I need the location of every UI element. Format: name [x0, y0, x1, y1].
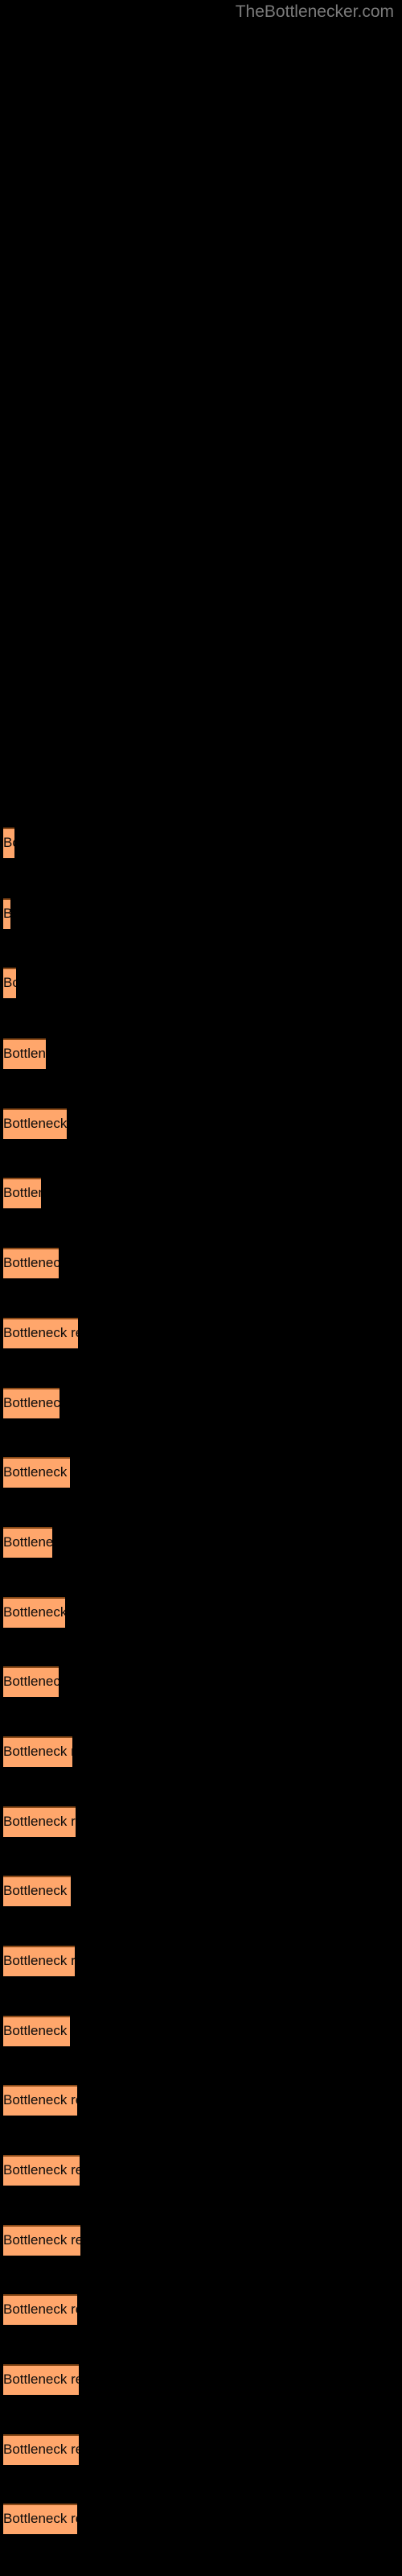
chart-bar[interactable] — [3, 2364, 79, 2395]
bar-row: Bottleneck result — [0, 1178, 402, 1213]
bar-row: Bottleneck result — [0, 1527, 402, 1563]
chart-bar[interactable] — [3, 2016, 70, 2046]
bar-row: Bottleneck result — [0, 1108, 402, 1144]
chart-bar[interactable] — [3, 1736, 72, 1767]
bar-row: Bottleneck result — [0, 1876, 402, 1911]
chart-bar[interactable] — [3, 1178, 41, 1208]
chart-bar[interactable] — [3, 1597, 65, 1628]
chart-bar[interactable] — [3, 1457, 70, 1488]
bar-row: Bottleneck result — [0, 1248, 402, 1283]
bar-row: Bottleneck result — [0, 1388, 402, 1423]
bar-row: Bottleneck result — [0, 1597, 402, 1633]
chart-bar[interactable] — [3, 1388, 59, 1418]
bar-row: Bottleneck result — [0, 1946, 402, 1981]
bar-row: Bottleneck result — [0, 968, 402, 1003]
chart-bar[interactable] — [3, 2504, 77, 2534]
bottleneck-bar-chart: Bottleneck result Bottleneck result Bottle… — [0, 0, 402, 2576]
chart-bar[interactable] — [3, 2434, 79, 2465]
chart-bar[interactable] — [3, 1806, 76, 1837]
bar-row: Bottleneck result — [0, 2155, 402, 2190]
bar-row: Bottleneck result — [0, 1736, 402, 1772]
chart-bar[interactable] — [3, 968, 16, 998]
chart-bar[interactable] — [3, 1318, 78, 1348]
bar-row: Bottleneck result — [0, 2364, 402, 2400]
chart-bar[interactable] — [3, 1527, 52, 1558]
chart-bar[interactable] — [3, 2155, 80, 2186]
chart-bar[interactable] — [3, 828, 14, 858]
bar-row: Bottleneck result — [0, 2294, 402, 2330]
bar-row: Bottleneck result — [0, 828, 402, 863]
chart-bar[interactable] — [3, 1248, 59, 1278]
bar-row: Bottleneck result — [0, 2504, 402, 2539]
chart-bar[interactable] — [3, 1946, 75, 1976]
bar-row: Bottleneck result — [0, 2085, 402, 2120]
chart-bar[interactable] — [3, 1108, 67, 1139]
bar-row: Bottleneck result — [0, 2016, 402, 2051]
bar-row: Bottleneck result — [0, 1806, 402, 1842]
bar-row: Bottleneck result — [0, 1318, 402, 1353]
chart-bar[interactable] — [3, 898, 10, 929]
bar-row: Bottleneck result — [0, 1038, 402, 1074]
chart-bar[interactable] — [3, 1666, 59, 1697]
chart-bar[interactable] — [3, 1038, 46, 1069]
bar-row: Bottleneck result — [0, 2434, 402, 2470]
bar-row: Bottleneck result — [0, 1666, 402, 1702]
bar-row: Bottleneck result — [0, 898, 402, 934]
bar-row: Bottleneck result — [0, 1457, 402, 1492]
chart-bar[interactable] — [3, 2225, 80, 2256]
bar-row: Bottleneck result — [0, 2225, 402, 2260]
chart-bar[interactable] — [3, 2085, 77, 2116]
chart-bar[interactable] — [3, 2294, 77, 2325]
chart-bar[interactable] — [3, 1876, 71, 1906]
